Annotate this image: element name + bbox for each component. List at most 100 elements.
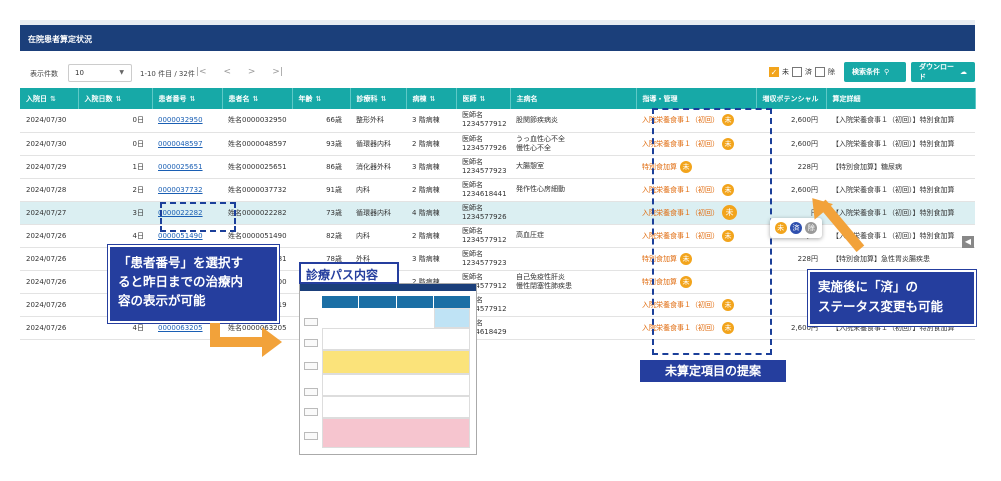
main-disease: うっ血性心不全 慢性心不全 [510, 132, 636, 156]
column-ward[interactable]: 病棟 ⇅ [406, 88, 457, 109]
ward: 3 階病棟 [406, 109, 456, 133]
doctor: 医師名1234577912 [456, 224, 510, 248]
department: 循環器内科 [350, 132, 406, 156]
table-row[interactable]: 2024/07/30 0日 0000032950 姓名0000032950 66歳 整形外… [20, 109, 975, 133]
main-disease [510, 247, 636, 271]
main-disease: 自己免疫性肝炎 慢性閉塞性肺疾患 [510, 270, 636, 294]
filter-jo-checkbox[interactable] [815, 67, 825, 77]
doctor: 医師名 1234577923 [456, 155, 510, 179]
cloud-download-icon: ☁ [960, 68, 967, 76]
per-page-label: 表示件数 [30, 70, 58, 78]
doctor: 医師名 1234577926 [456, 132, 510, 156]
patient-name: 姓名0000032950 [222, 109, 292, 133]
filter-mi-checkbox[interactable]: ✓ [769, 67, 779, 77]
care-path-thumb-header [322, 296, 470, 308]
ward: 2 階病棟 [406, 178, 456, 202]
guidance-highlight [652, 108, 772, 355]
sort-icon: ⇅ [479, 94, 486, 103]
doctor: 医師名 1234577926 [456, 201, 510, 225]
admit-date: 2024/07/27 [20, 201, 78, 225]
search-condition-button[interactable]: 検索条件 ⚲ [844, 62, 906, 82]
department: 内科 [350, 178, 406, 202]
admit-date: 2024/07/26 [20, 293, 78, 317]
next-page-button[interactable]: > [248, 67, 256, 77]
admit-date: 2024/07/26 [20, 316, 78, 340]
column-guidance: 指導・管理 [636, 88, 757, 109]
sort-icon: ⇅ [50, 94, 56, 103]
admit-date: 2024/07/30 [20, 132, 78, 156]
patient-age: 93歳 [292, 132, 350, 156]
patient-age: 82歳 [292, 224, 350, 248]
department: 整形外科 [350, 109, 406, 133]
download-button[interactable]: ダウンロード ☁ [911, 62, 975, 82]
doctor: 医師名 1234577923 [456, 247, 510, 271]
patient-age: 86歳 [292, 155, 350, 179]
patient-name: 姓名0000025651 [222, 155, 292, 179]
department: 内科 [350, 224, 406, 248]
prev-page-button[interactable]: < [223, 67, 231, 77]
column-detail: 算定詳細 [826, 88, 976, 109]
column-admit-date[interactable]: 入院日 ⇅ [20, 88, 79, 109]
admit-date: 2024/07/28 [20, 178, 78, 202]
care-path-label: 診療パス内容 [299, 262, 399, 284]
chevron-down-icon: ▼ [119, 69, 124, 76]
status-change-callout: 実施後に「済」の ステータス変更も可能 [808, 270, 976, 326]
calc-detail: 【入院栄養食事１（初回）】特別食加算 [826, 132, 975, 156]
page-title: 在院患者算定状況 [20, 25, 975, 51]
ward: 4 階病棟 [406, 201, 456, 225]
pager: |< < > >| [196, 67, 297, 77]
first-page-button[interactable]: |< [196, 67, 207, 77]
download-label: ダウンロード [919, 63, 954, 81]
scroll-right-icon[interactable]: ◀ [962, 236, 974, 248]
doctor: 医師名 1234618441 [456, 178, 510, 202]
column-doctor[interactable]: 医師 ⇅ [456, 88, 511, 109]
search-icon: ⚲ [884, 68, 890, 76]
sort-icon: ⇅ [252, 94, 259, 103]
search-condition-label: 検索条件 [852, 68, 880, 76]
main-disease: 高血圧症 [510, 224, 636, 248]
status-mi-button[interactable]: 未 [774, 222, 787, 234]
patient-id-link[interactable]: 0000048597 [152, 132, 222, 156]
column-patient-name[interactable]: 患者名 ⇅ [222, 88, 293, 109]
column-age[interactable]: 年齢 ⇅ [292, 88, 351, 109]
pager-info: 1-10 件目 / 32件 [140, 70, 195, 78]
per-page-select[interactable]: 10 ▼ [68, 64, 132, 82]
table-row[interactable]: 2024/07/29 1日 0000025651 姓名0000025651 86歳 消化器… [20, 155, 975, 179]
column-disease: 主病名 [510, 88, 637, 109]
admit-days: 0日 [78, 132, 152, 156]
admit-days: 1日 [78, 155, 152, 179]
main-disease [510, 201, 636, 225]
column-potential: 増収ポテンシャル [756, 88, 827, 109]
calc-detail: 【特別食加算】糖尿病 [826, 155, 975, 179]
patient-id-link[interactable]: 0000032950 [152, 109, 222, 133]
admit-date: 2024/07/26 [20, 270, 78, 294]
patient-id-callout: 「患者番号」を選択す ると昨日までの治療内 容の表示が可能 [108, 245, 279, 323]
patient-id-link[interactable]: 0000037732 [152, 178, 222, 202]
admit-days: 0日 [78, 109, 152, 133]
last-page-button[interactable]: >| [272, 67, 283, 77]
table-header-row: 入院日 ⇅ 入院日数 ⇅ 患者番号 ⇅ 患者名 ⇅ 年齢 ⇅ 診療科 ⇅ 病棟 ⇅ 医師 ⇅ 主… [20, 88, 976, 109]
patient-age: 91歳 [292, 178, 350, 202]
sort-icon: ⇅ [429, 94, 436, 103]
filter-zumi-checkbox[interactable] [792, 67, 802, 77]
doctor: 医師名1234577912 [456, 109, 510, 133]
calc-detail: 【入院栄養食事１（初回）】特別食加算 [826, 109, 975, 133]
admit-days: 3日 [78, 201, 152, 225]
table-row[interactable]: 2024/07/30 0日 0000048597 姓名0000048597 93歳 循環器… [20, 132, 975, 156]
sort-icon: ⇅ [115, 94, 122, 103]
department: 循環器内科 [350, 201, 406, 225]
column-days[interactable]: 入院日数 ⇅ [78, 88, 153, 109]
column-dept[interactable]: 診療科 ⇅ [350, 88, 407, 109]
ward: 2 階病棟 [406, 132, 456, 156]
filter-mi-label: 未 [782, 68, 789, 76]
ward: 2 階病棟 [406, 224, 456, 248]
status-jo-button[interactable]: 除 [805, 222, 818, 234]
column-patient-id[interactable]: 患者番号 ⇅ [152, 88, 223, 109]
table-row[interactable]: 2024/07/28 2日 0000037732 姓名0000037732 91歳 内科 2… [20, 178, 975, 202]
status-zumi-button[interactable]: 済 [789, 222, 802, 234]
patient-id-link[interactable]: 0000025651 [152, 155, 222, 179]
ward: 3 階病棟 [406, 247, 456, 271]
sort-icon: ⇅ [189, 94, 196, 103]
department: 消化器外科 [350, 155, 406, 179]
admit-date: 2024/07/26 [20, 247, 78, 271]
